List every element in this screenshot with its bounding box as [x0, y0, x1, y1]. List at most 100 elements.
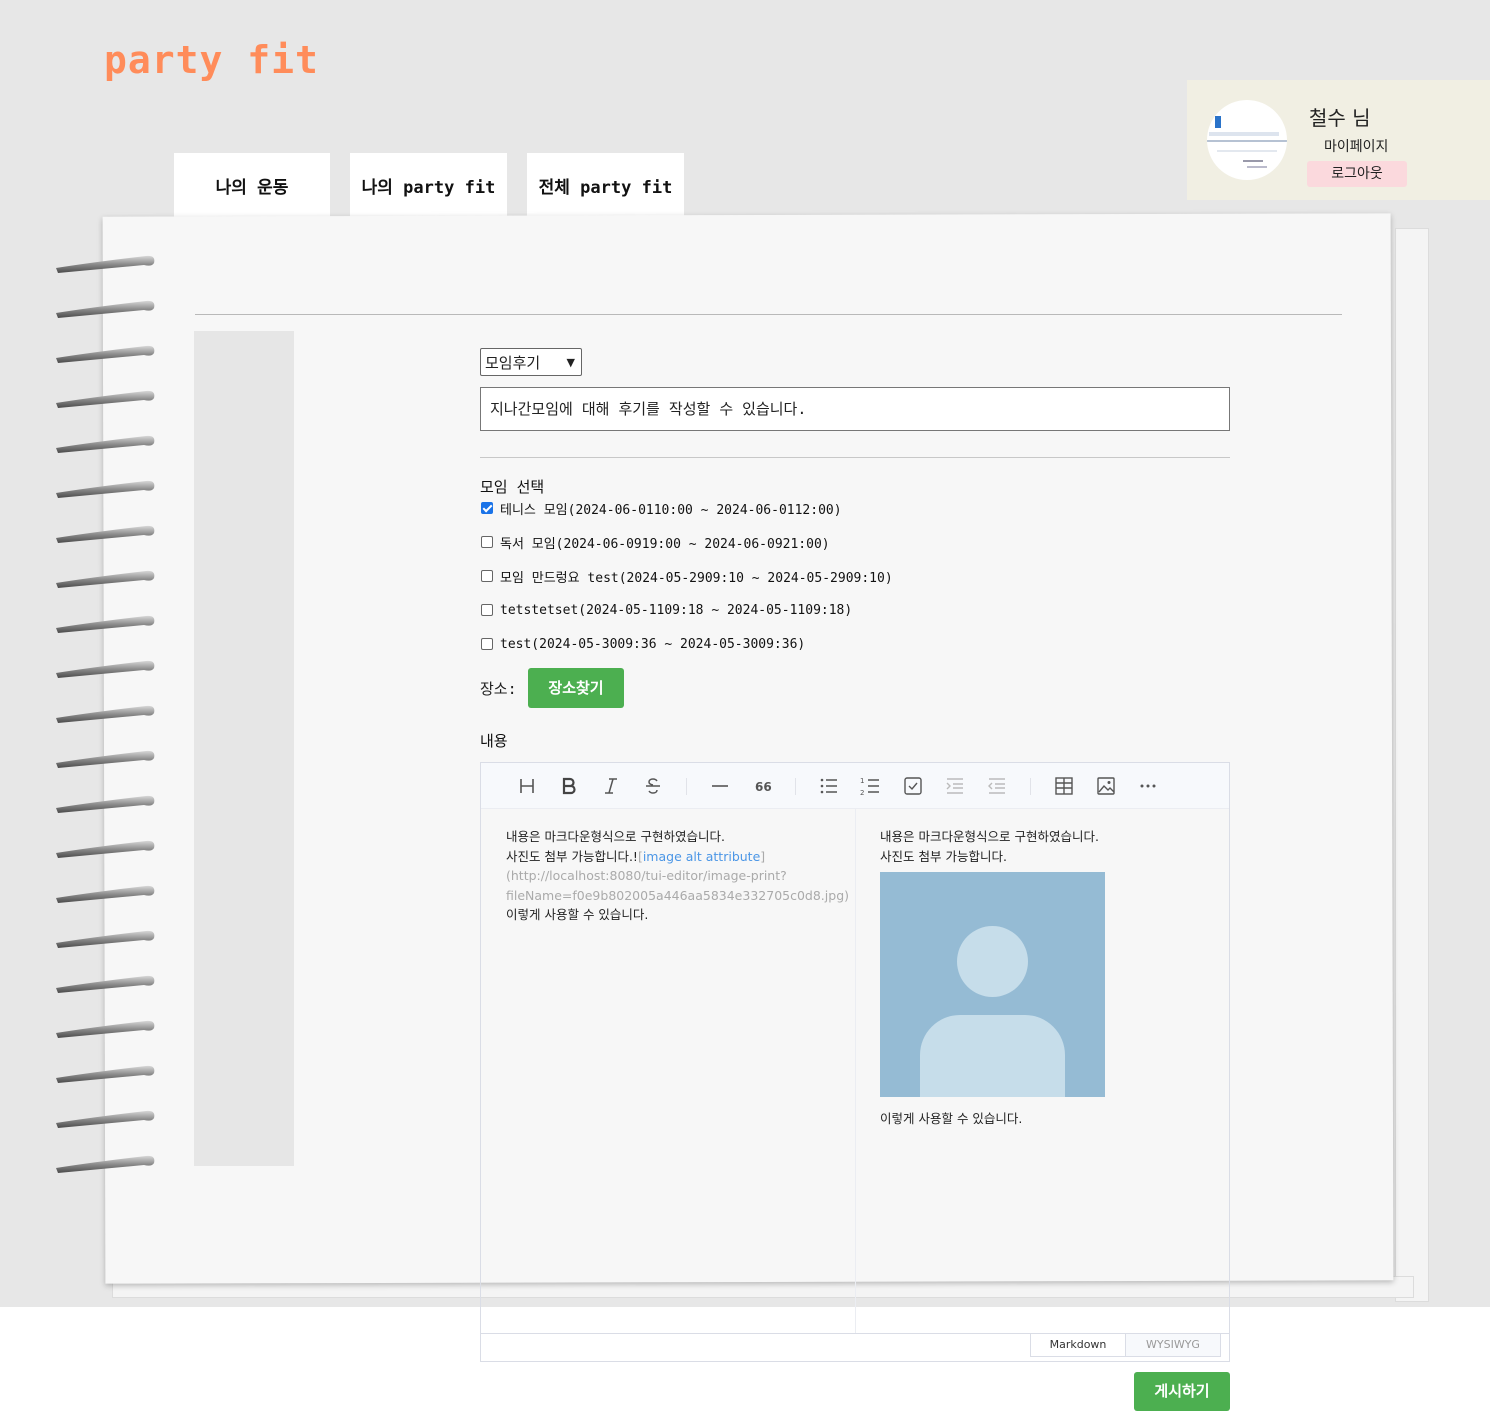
submit-button[interactable]: 게시하기	[1134, 1372, 1230, 1411]
spiral-ring	[54, 387, 158, 411]
meeting-checkbox[interactable]	[481, 604, 493, 616]
editor-toolbar: 66 12	[481, 763, 1229, 809]
tab-all-party-fit[interactable]: 전체 party fit	[527, 153, 684, 223]
spiral-ring	[54, 1017, 158, 1041]
mypage-link[interactable]: 마이페이지	[1324, 136, 1388, 156]
quote-icon[interactable]: 66	[748, 772, 776, 800]
content-label: 내용	[480, 732, 508, 750]
meeting-option-label: 테니스 모임(2024-06-0110:00 ~ 2024-06-0112:00…	[500, 502, 842, 518]
md-alt-text: image alt attribute	[642, 848, 761, 864]
spiral-ring	[54, 657, 158, 681]
form-divider	[480, 457, 1230, 458]
user-name: 철수 님	[1309, 106, 1371, 130]
md-url: fileName=f0e9b802005a446aa5834e332705c0d…	[506, 887, 849, 903]
md-bracket: ]	[760, 848, 766, 864]
indent-icon[interactable]	[941, 772, 969, 800]
md-line: 이렇게 사용할 수 있습니다.	[506, 907, 649, 922]
spiral-ring	[54, 432, 158, 456]
sidebar-panel	[194, 331, 294, 1166]
meeting-option[interactable]: tetstetset(2024-05-1109:18 ~ 2024-05-110…	[480, 600, 852, 620]
spiral-ring	[54, 1062, 158, 1086]
hr-icon[interactable]	[706, 772, 734, 800]
preview-pane: 내용은 마크다운형식으로 구현하였습니다. 사진도 첨부 가능합니다.	[880, 827, 1210, 867]
meeting-option[interactable]: 모임 만드렁요 test(2024-05-2909:10 ~ 2024-05-2…	[480, 566, 893, 586]
meeting-checkbox[interactable]	[481, 502, 493, 514]
ordered-list-icon[interactable]: 12	[857, 772, 885, 800]
spiral-ring	[54, 297, 158, 321]
page-stack-edge	[1395, 228, 1429, 1302]
find-place-button[interactable]: 장소찾기	[528, 668, 624, 708]
meeting-option-label: tetstetset(2024-05-1109:18 ~ 2024-05-110…	[500, 602, 853, 618]
spiral-ring	[54, 522, 158, 546]
wysiwyg-mode-tab[interactable]: WYSIWYG	[1125, 1334, 1221, 1357]
spiral-ring	[54, 882, 158, 906]
spiral-ring	[54, 837, 158, 861]
profile-card: 철수 님 마이페이지 로그아웃	[1187, 80, 1490, 200]
chevron-down-icon: ▼	[566, 356, 575, 369]
svg-text:2: 2	[860, 789, 864, 797]
svg-text:1: 1	[860, 777, 864, 785]
markdown-mode-tab[interactable]: Markdown	[1030, 1334, 1126, 1357]
meeting-checkbox[interactable]	[481, 570, 493, 582]
heading-icon[interactable]	[513, 772, 541, 800]
spiral-ring	[54, 1107, 158, 1131]
md-line: 내용은 마크다운형식으로 구현하였습니다.	[506, 829, 725, 844]
site-logo[interactable]: party fit	[104, 38, 319, 82]
tab-my-party-fit[interactable]: 나의 party fit	[350, 153, 507, 223]
person-body-icon	[920, 1015, 1065, 1097]
svg-text:66: 66	[755, 780, 772, 794]
spiral-ring	[54, 747, 158, 771]
spiral-ring	[54, 1152, 158, 1176]
meeting-select-label: 모임 선택	[480, 478, 545, 496]
toolbar-divider	[795, 778, 796, 795]
outdent-icon[interactable]	[983, 772, 1011, 800]
toolbar-divider	[1030, 778, 1031, 795]
preview-line: 사진도 첨부 가능합니다.	[880, 849, 1007, 864]
meeting-option[interactable]: 독서 모임(2024-06-0919:00 ~ 2024-06-0921:00)	[480, 532, 830, 552]
spiral-ring	[54, 927, 158, 951]
meeting-option-label: 모임 만드렁요 test(2024-05-2909:10 ~ 2024-05-2…	[500, 570, 893, 586]
category-select-value: 모임후기	[485, 354, 541, 372]
editor-mode-bar: Markdown WYSIWYG	[481, 1333, 1229, 1362]
meeting-option-label: 독서 모임(2024-06-0919:00 ~ 2024-06-0921:00)	[500, 536, 830, 552]
spiral-ring	[54, 252, 158, 276]
divider	[195, 314, 1342, 315]
meeting-checkbox[interactable]	[481, 536, 493, 548]
md-line: 사진도 첨부 가능합니다.![image alt attribute]	[506, 847, 836, 867]
spiral-ring	[54, 342, 158, 366]
markdown-pane[interactable]: 내용은 마크다운형식으로 구현하였습니다. 사진도 첨부 가능합니다.![ima…	[506, 827, 849, 925]
spiral-ring	[54, 612, 158, 636]
md-text: 사진도 첨부 가능합니다.!	[506, 848, 638, 864]
bullet-list-icon[interactable]	[815, 772, 843, 800]
tab-my-exercise[interactable]: 나의 운동	[174, 153, 330, 223]
spiral-ring	[54, 792, 158, 816]
meeting-option-label: test(2024-05-3009:36 ~ 2024-05-3009:36)	[500, 636, 806, 652]
meeting-option[interactable]: test(2024-05-3009:36 ~ 2024-05-3009:36)	[480, 634, 805, 654]
preview-image	[880, 872, 1105, 1097]
preview-line: 내용은 마크다운형식으로 구현하였습니다.	[880, 829, 1099, 844]
bold-icon[interactable]	[555, 772, 583, 800]
meeting-checkbox[interactable]	[481, 638, 493, 650]
strike-icon[interactable]	[639, 772, 667, 800]
more-icon[interactable]	[1134, 772, 1162, 800]
meeting-option[interactable]: 테니스 모임(2024-06-0110:00 ~ 2024-06-0112:00…	[480, 498, 842, 518]
title-input[interactable]: 지나간모임에 대해 후기를 작성할 수 있습니다.	[480, 387, 1230, 431]
spiral-ring	[54, 972, 158, 996]
image-icon[interactable]	[1092, 772, 1120, 800]
category-select[interactable]: 모임후기 ▼	[480, 348, 582, 376]
spiral-ring	[54, 477, 158, 501]
toolbar-divider	[686, 778, 687, 795]
italic-icon[interactable]	[597, 772, 625, 800]
person-head-icon	[957, 926, 1028, 997]
spiral-ring	[54, 702, 158, 726]
pane-divider	[855, 808, 856, 1333]
logout-button[interactable]: 로그아웃	[1307, 161, 1407, 187]
place-label: 장소:	[480, 680, 517, 698]
table-icon[interactable]	[1050, 772, 1078, 800]
preview-line: 이렇게 사용할 수 있습니다.	[880, 1111, 1023, 1126]
md-url: (http://localhost:8080/tui-editor/image-…	[506, 868, 787, 883]
task-list-icon[interactable]	[899, 772, 927, 800]
avatar	[1207, 100, 1287, 180]
spiral-ring	[54, 567, 158, 591]
markdown-editor[interactable]: 66 12 내용은 마크다운형식으로 구현하였습니다. 사진도 첨부 가능합니다…	[480, 762, 1230, 1362]
